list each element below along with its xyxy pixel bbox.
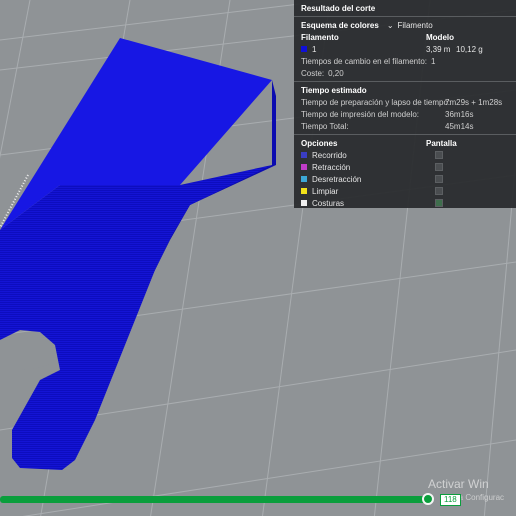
color-scheme-value: Filamento [397,20,433,30]
retraction-color-swatch [301,164,307,170]
filament-color-swatch [301,46,307,52]
filament-length: 3,39 m [426,44,451,54]
activation-watermark: Activar Win [428,477,489,491]
model-header: Modelo [426,32,454,42]
model-front-face [0,165,272,470]
option-label-deretraction: Desretracción [312,174,362,184]
travel-display-checkbox[interactable] [435,151,443,159]
panel-title: Resultado del corte [301,3,376,13]
color-scheme-dropdown[interactable]: ⌄ Filamento [387,21,433,30]
travel-color-swatch [301,152,307,158]
deretraction-display-checkbox[interactable] [435,175,443,183]
change-times-value: 1 [431,56,436,66]
cost-label: Coste: [301,68,325,78]
filament-header: Filamento [301,32,339,42]
wipe-color-swatch [301,188,307,194]
options-header: Opciones [301,138,338,148]
filament-index: 1 [312,44,317,54]
chevron-down-icon: ⌄ [386,20,394,30]
retraction-display-checkbox[interactable] [435,163,443,171]
layer-slider-thumb[interactable] [422,493,434,505]
printed-model [0,38,276,470]
model-slot [0,333,54,378]
layer-slider-track[interactable] [0,496,432,503]
change-times-label: Tiempos de cambio en el filamento: [301,56,427,66]
slice-results-panel: Resultado del corte Esquema de colores ⌄… [294,0,516,208]
filament-weight: 10,12 g [456,44,483,54]
wipe-display-checkbox[interactable] [435,187,443,195]
prep-time-value: 7m29s + 1m28s [445,97,503,107]
prep-time-label: Tiempo de preparación y lapso de tiempo: [301,97,451,107]
cost-value: 0,20 [328,68,344,78]
deretraction-color-swatch [301,176,307,182]
layer-slider-value: 118 [440,494,461,506]
display-header: Pantalla [426,138,457,148]
option-label-retraction: Retracción [312,162,351,172]
print-time-label: Tiempo de impresión del modelo: [301,109,419,119]
total-time-label: Tiempo Total: [301,121,349,131]
option-label-seams: Costuras [312,198,345,208]
option-label-travel: Recorrido [312,150,347,160]
option-label-wipe: Limpiar [312,186,339,196]
time-section-title: Tiempo estimado [301,85,367,95]
total-time-value: 45m14s [445,121,474,131]
seams-display-checkbox[interactable] [435,199,443,207]
seams-color-swatch [301,200,307,206]
color-scheme-label: Esquema de colores [301,20,379,30]
print-time-value: 36m16s [445,109,474,119]
